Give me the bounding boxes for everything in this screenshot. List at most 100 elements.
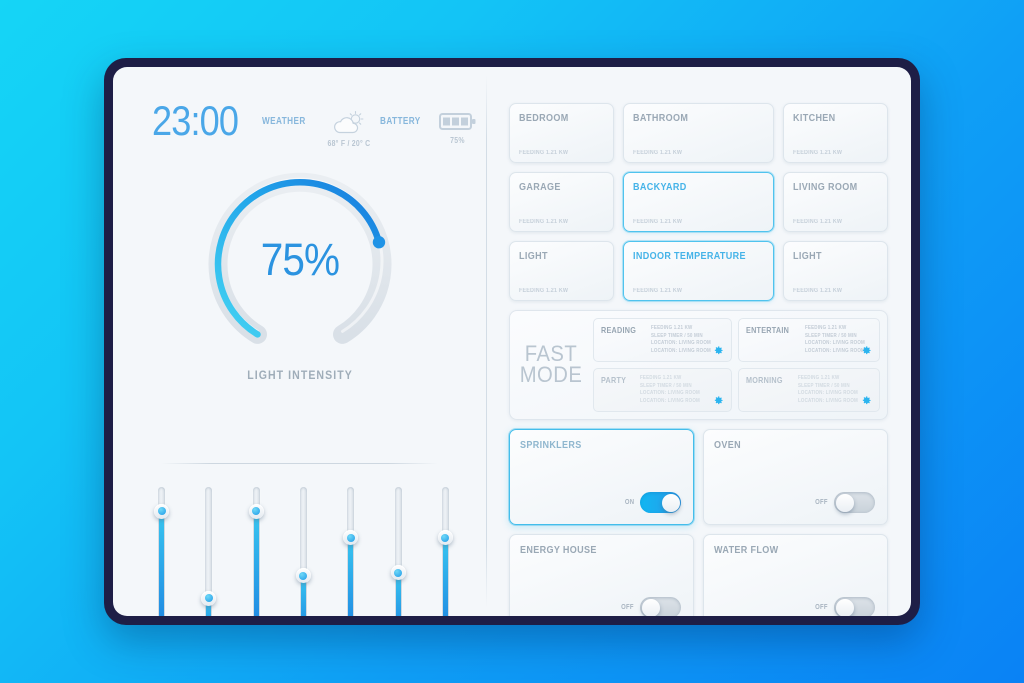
slider-thumb[interactable] xyxy=(295,568,311,584)
switch-state-label: OFF xyxy=(621,604,634,611)
slider-fill xyxy=(253,511,259,616)
fast-mode-detail-line: SLEEP TIMER / 50 MIN xyxy=(639,382,692,389)
battery-percent: 75% xyxy=(450,136,465,145)
device-switch[interactable] xyxy=(640,597,681,616)
room-card[interactable]: BACKYARD FEEDING 1.21 KW xyxy=(622,172,775,232)
slider-thumb[interactable] xyxy=(248,503,264,519)
right-panel: BEDROOM FEEDING 1.21 KW BATHROOM FEEDING 1.… xyxy=(486,67,911,616)
slider-2[interactable] xyxy=(201,487,217,616)
room-feeding-value: FEEDING 1.21 KW xyxy=(793,219,843,225)
device-switch[interactable] xyxy=(640,492,681,513)
fast-mode-card[interactable]: READING FEEDING 1.21 KW SLEEP TIMER / 50 M… xyxy=(593,318,732,362)
fast-mode-card[interactable]: PARTY FEEDING 1.21 KW SLEEP TIMER / 50 MIN… xyxy=(593,368,732,412)
fast-mode-detail-line: SLEEP TIMER / 50 MIN xyxy=(805,332,858,339)
room-feeding-value: FEEDING 1.21 KW xyxy=(632,219,683,225)
gear-icon[interactable] xyxy=(861,395,872,406)
fast-mode-detail-line: SLEEP TIMER / 50 MIN xyxy=(651,332,704,339)
weather-label: WEATHER xyxy=(262,116,306,127)
room-title: BACKYARD xyxy=(632,181,687,193)
device-title: SPRINKLERS xyxy=(520,439,582,451)
room-feeding-value: FEEDING 1.21 KW xyxy=(519,219,569,225)
gear-icon[interactable] xyxy=(713,395,724,406)
fast-mode-label: FAST MODE xyxy=(519,343,583,387)
fast-mode-card[interactable]: MORNING FEEDING 1.21 KW SLEEP TIMER / 50 M… xyxy=(737,368,880,412)
room-title: LIGHT xyxy=(793,250,822,262)
room-feeding-value: FEEDING 1.21 KW xyxy=(519,288,569,294)
weather-temperature: 68° F / 20° C xyxy=(327,139,371,148)
clock: 23:00 xyxy=(152,97,239,144)
fast-mode-detail-line: LOCATION: LIVING ROOM xyxy=(805,347,866,354)
slider-thumb[interactable] xyxy=(154,503,169,519)
device-switch[interactable] xyxy=(834,597,875,616)
room-title: BEDROOM xyxy=(519,112,569,124)
device-toggle-grid: SPRINKLERS ON OVEN OFF ENERGY HOUSE OFF WATER … xyxy=(509,429,888,616)
switch-knob[interactable] xyxy=(641,598,660,616)
device-toggle-card[interactable]: ENERGY HOUSE OFF xyxy=(509,534,694,616)
fast-mode-name: ENTERTAIN xyxy=(745,325,789,335)
room-card[interactable]: GARAGE FEEDING 1.21 KW xyxy=(509,172,614,232)
device-switch[interactable] xyxy=(834,492,875,513)
slider-4[interactable] xyxy=(295,487,311,616)
room-title: KITCHEN xyxy=(793,112,836,124)
room-card[interactable]: LIVING ROOM FEEDING 1.21 KW xyxy=(783,172,888,232)
switch-row: OFF xyxy=(620,597,681,616)
fast-mode-label-line2: MODE xyxy=(519,362,583,387)
room-card-grid: BEDROOM FEEDING 1.21 KW BATHROOM FEEDING 1.… xyxy=(509,103,888,301)
switch-row: OFF xyxy=(814,492,875,513)
room-title: LIGHT xyxy=(519,250,548,262)
room-card[interactable]: KITCHEN FEEDING 1.21 KW xyxy=(783,103,888,163)
switch-row: ON xyxy=(624,492,681,513)
switch-state-label: OFF xyxy=(815,604,828,611)
fast-mode-details: FEEDING 1.21 KW SLEEP TIMER / 50 MIN LOCAT… xyxy=(651,324,718,356)
room-card[interactable]: LIGHT FEEDING 1.21 KW xyxy=(509,241,614,301)
room-card[interactable]: BATHROOM FEEDING 1.21 KW xyxy=(622,103,775,163)
fast-mode-detail-line: FEEDING 1.21 KW xyxy=(651,325,693,331)
switch-knob[interactable] xyxy=(661,493,680,512)
partly-cloudy-icon xyxy=(334,111,364,134)
device-toggle-card[interactable]: OVEN OFF xyxy=(703,429,888,525)
gear-icon[interactable] xyxy=(861,345,872,356)
device-title: OVEN xyxy=(714,439,741,451)
fast-mode-card[interactable]: ENTERTAIN FEEDING 1.21 KW SLEEP TIMER / 50… xyxy=(737,318,880,362)
weather-widget[interactable]: WEATHER 68° F / 20° C xyxy=(262,111,374,148)
fast-mode-detail-line: LOCATION: LIVING ROOM xyxy=(797,397,858,404)
device-toggle-card[interactable]: SPRINKLERS ON xyxy=(509,429,694,525)
fast-mode-detail-line: FEEDING 1.21 KW xyxy=(797,375,840,381)
fast-mode-detail-line: LOCATION: LIVING ROOM xyxy=(805,340,866,346)
slider-6[interactable] xyxy=(390,487,406,616)
switch-knob[interactable] xyxy=(835,598,854,616)
slider-thumb[interactable] xyxy=(437,530,453,546)
switch-row: OFF xyxy=(814,597,875,616)
slider-bank xyxy=(154,487,453,616)
switch-state-label: ON xyxy=(624,499,635,506)
gauge-caption: LIGHT INTENSITY xyxy=(246,368,353,382)
fast-mode-detail-line: LOCATION: LIVING ROOM xyxy=(651,340,712,346)
slider-7[interactable] xyxy=(437,487,453,616)
room-title: LIVING ROOM xyxy=(793,181,858,193)
slider-thumb[interactable] xyxy=(343,530,359,546)
fast-mode-detail-line: LOCATION: LIVING ROOM xyxy=(639,390,700,396)
device-toggle-card[interactable]: WATER FLOW OFF xyxy=(703,534,888,616)
slider-1[interactable] xyxy=(154,487,169,616)
light-intensity-gauge[interactable]: 75% LIGHT INTENSITY xyxy=(113,172,486,382)
switch-knob[interactable] xyxy=(835,493,854,512)
slider-3[interactable] xyxy=(248,487,264,616)
slider-fill xyxy=(348,537,354,616)
room-feeding-value: FEEDING 1.21 KW xyxy=(632,150,683,156)
slider-thumb[interactable] xyxy=(201,590,217,606)
device-title: ENERGY HOUSE xyxy=(520,544,597,556)
fast-mode-name: MORNING xyxy=(745,375,783,385)
tablet-screen: 23:00 WEATHER 68° F / 20° C BATTERY 75% … xyxy=(113,67,911,616)
slider-thumb[interactable] xyxy=(390,565,406,581)
room-card[interactable]: LIGHT FEEDING 1.21 KW xyxy=(783,241,888,301)
room-feeding-value: FEEDING 1.21 KW xyxy=(632,288,683,294)
switch-state-label: OFF xyxy=(815,499,828,506)
fast-mode-detail-line: LOCATION: LIVING ROOM xyxy=(639,397,700,404)
room-card[interactable]: INDOOR TEMPERATURE FEEDING 1.21 KW xyxy=(622,241,775,301)
status-bar: 23:00 WEATHER 68° F / 20° C BATTERY 75% xyxy=(152,97,476,153)
room-card[interactable]: BEDROOM FEEDING 1.21 KW xyxy=(509,103,614,163)
gear-icon[interactable] xyxy=(713,345,724,356)
slider-5[interactable] xyxy=(343,487,359,616)
fast-mode-detail-line: FEEDING 1.21 KW xyxy=(639,375,682,381)
battery-widget[interactable]: BATTERY 75% xyxy=(380,111,477,145)
